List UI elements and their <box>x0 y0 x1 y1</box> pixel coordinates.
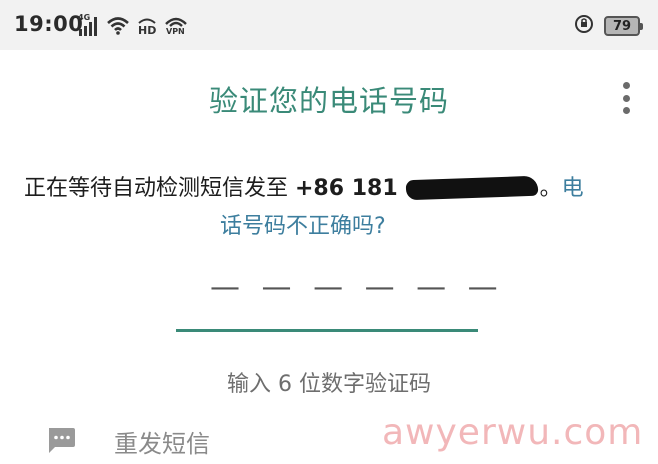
vpn-label: VPN <box>166 27 185 36</box>
wrong-number-link[interactable]: 话号码不正确吗? <box>220 208 386 240</box>
battery-icon: 79 <box>604 16 643 36</box>
status-bar: 19:00 4G HD VPN 79 <box>0 0 658 50</box>
redacted-phone-digits <box>405 175 538 201</box>
more-dot <box>622 107 630 114</box>
message-prefix: 正在等待自动检测短信发至 <box>24 176 295 201</box>
code-hint: 输入 6 位数字验证码 <box>227 372 431 397</box>
code-input-underline <box>176 329 478 332</box>
resend-sms-label: 重发短信 <box>114 430 210 458</box>
hd-label: HD <box>138 24 157 37</box>
page-title: 验证您的电话号码 <box>208 84 449 118</box>
more-vert-icon[interactable] <box>620 82 632 114</box>
vpn-icon: VPN <box>164 15 188 37</box>
status-icons: 4G HD VPN <box>78 13 188 38</box>
status-right: 79 <box>574 14 643 38</box>
signal-icon: 4G <box>78 13 100 37</box>
wifi-icon <box>106 16 130 36</box>
status-time: 19:00 <box>14 12 84 36</box>
hd-icon: HD <box>136 15 158 37</box>
waiting-message: 正在等待自动检测短信发至 +86 181 。电 <box>24 170 644 202</box>
more-dot <box>622 82 630 89</box>
more-dot <box>622 94 630 102</box>
resend-sms-button[interactable]: 重发短信 <box>46 424 210 459</box>
message-suffix: 。 <box>539 176 562 201</box>
phone-number: +86 181 <box>295 176 398 201</box>
sms-icon <box>46 426 76 458</box>
network-type-label: 4G <box>78 13 91 22</box>
code-input[interactable]: — — — — — — <box>210 270 498 305</box>
wrong-number-link-start[interactable]: 电 <box>562 176 584 201</box>
battery-level: 79 <box>612 18 632 34</box>
alarm-icon <box>574 14 594 38</box>
watermark: awyerwu.com <box>382 412 644 453</box>
